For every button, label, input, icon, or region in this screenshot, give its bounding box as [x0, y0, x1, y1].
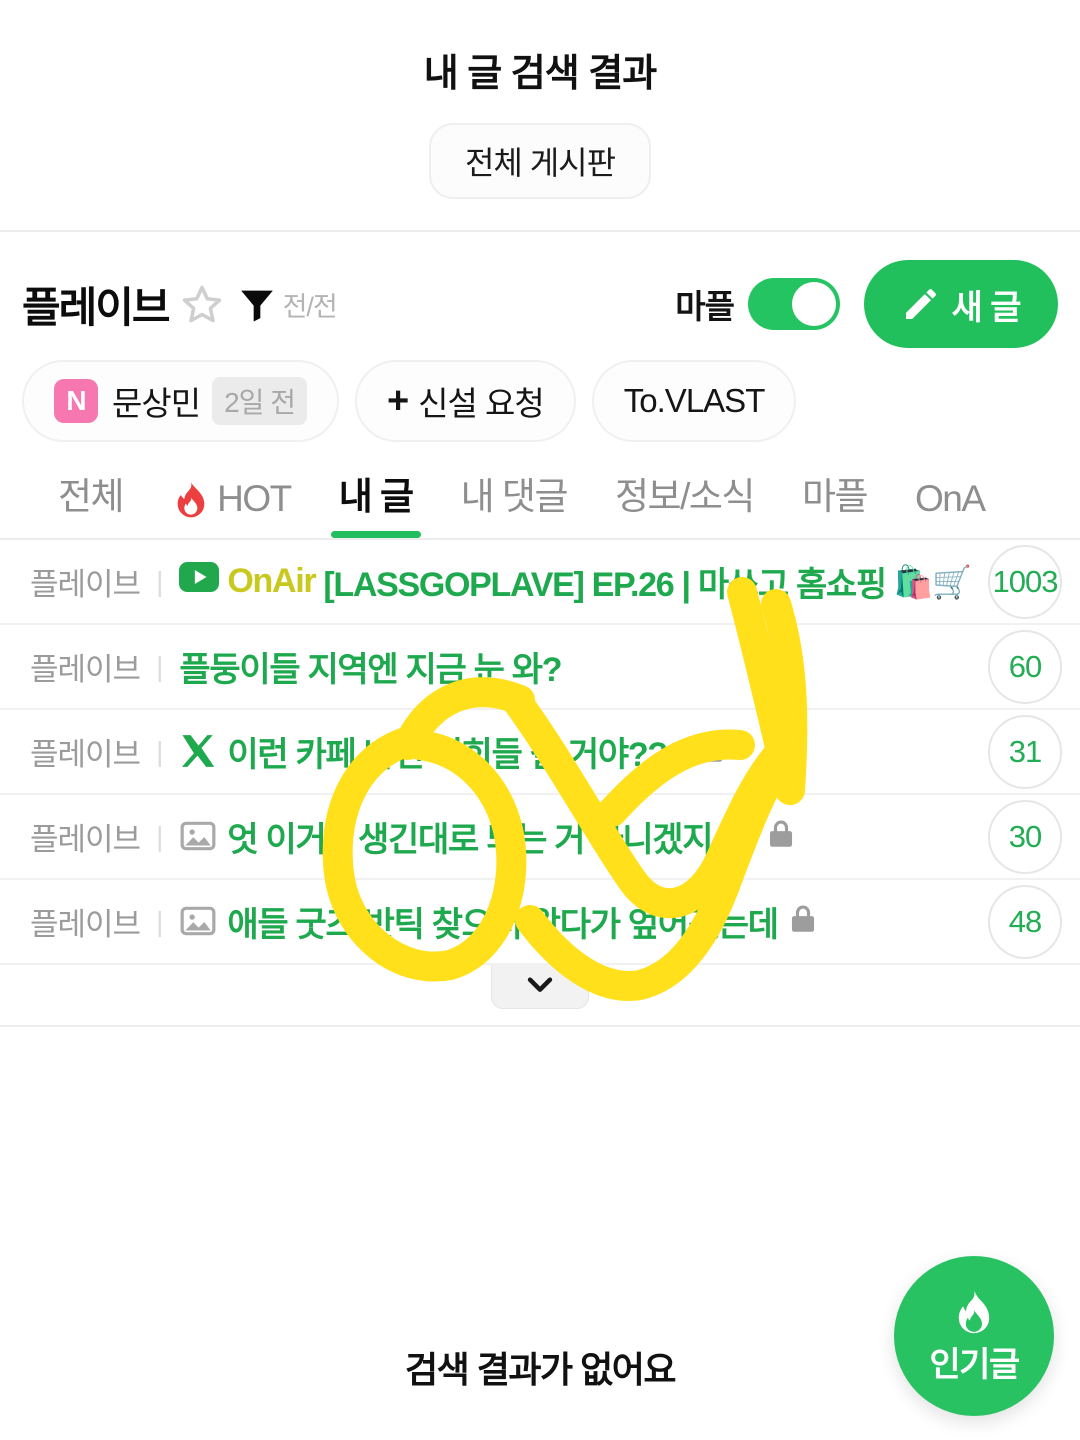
- table-row[interactable]: 플레이브 | 플둥이들 지역엔 지금 눈 와? 60: [0, 625, 1080, 710]
- subfilter-label[interactable]: 전/전: [283, 285, 338, 324]
- board-scope-filter[interactable]: 전체 게시판: [429, 123, 651, 199]
- funnel-icon[interactable]: [237, 284, 277, 324]
- expand-more-button[interactable]: [491, 965, 589, 1009]
- board-name[interactable]: 플레이브: [22, 274, 171, 335]
- post-title-text: 플둥이들 지역엔 지금 눈 와?: [179, 651, 562, 689]
- lock-icon: [694, 732, 734, 772]
- image-icon: [179, 817, 219, 857]
- chip-row: N 문상민 2일 전 + 신설 요청 To.VLAST: [0, 342, 1080, 442]
- post-title-text: 이런 카페 나면 너희들 갈 거야???: [227, 736, 687, 774]
- tab-my-comments-label: 내 댓글: [460, 476, 569, 517]
- post-board-name: 플레이브: [30, 737, 141, 772]
- expand-list-area: [0, 965, 1080, 1027]
- chip-notice[interactable]: N 문상민 2일 전: [22, 360, 339, 442]
- popular-posts-fab[interactable]: 인기글: [894, 1256, 1054, 1416]
- tab-onair[interactable]: OnA: [891, 478, 1009, 538]
- tab-my-posts-label: 내 글: [338, 476, 414, 517]
- post-list: 플레이브 | OnAir [LASSGOPLAVE] EP.26 | 마쓰고 홈…: [0, 540, 1080, 965]
- empty-state-message: 검색 결과가 없어요: [405, 1349, 676, 1390]
- chevron-down-icon: [523, 967, 557, 1006]
- table-row[interactable]: 플레이브 | 이런 카페 나면 너희들 갈 거야??? 31: [0, 710, 1080, 795]
- chip-new-request-label: 신설 요청: [418, 385, 545, 422]
- table-row[interactable]: 플레이브 | 엇 이거... 생긴대로 되는 거 아니겠지...? 30: [0, 795, 1080, 880]
- table-row[interactable]: 플레이브 | OnAir [LASSGOPLAVE] EP.26 | 마쓰고 홈…: [0, 540, 1080, 625]
- tab-hot-label: HOT: [217, 478, 292, 519]
- flame-icon: [171, 479, 211, 519]
- row-separator: |: [156, 735, 164, 767]
- app-root: 내 글 검색 결과 전체 게시판 플레이브 전/전 마플 새 글 N 문상민 2…: [0, 0, 1080, 1440]
- post-title-text: 엇 이거... 생긴대로 되는 거 아니겠지...?: [227, 821, 757, 859]
- post-onair-label: OnAir: [227, 562, 316, 600]
- post-title: 엇 이거... 생긴대로 되는 거 아니겠지...?: [179, 812, 978, 861]
- row-separator: |: [156, 820, 164, 852]
- tab-all[interactable]: 전체: [34, 466, 147, 538]
- lock-icon: [764, 817, 804, 857]
- page-title-keyword: 내 글: [423, 53, 502, 95]
- tab-onair-label: OnA: [915, 478, 986, 519]
- post-title: 플둥이들 지역엔 지금 눈 와?: [179, 642, 978, 691]
- image-icon: [179, 902, 219, 942]
- comment-count-badge: 30: [988, 799, 1062, 874]
- search-result-header: 내 글 검색 결과 전체 게시판: [0, 0, 1080, 232]
- comment-count-badge: 1003: [988, 544, 1062, 619]
- chip-notice-time: 2일 전: [212, 377, 307, 425]
- shopping-emoji: 🛍️🛒: [893, 563, 972, 600]
- chip-new-request[interactable]: + 신설 요청: [354, 360, 576, 442]
- flame-icon: [950, 1287, 998, 1335]
- chip-notice-label: 문상민: [112, 385, 201, 422]
- post-title-text: [LASSGOPLAVE] EP.26 | 마쓰고 홈쇼핑: [323, 566, 887, 604]
- youtube-play-icon: [179, 561, 220, 602]
- tab-maple[interactable]: 마플: [778, 466, 891, 538]
- notice-badge: N: [54, 379, 98, 423]
- post-title-text: 애들 굿즈 반틱 찾으러 왔다가 엎어졌는데: [227, 906, 779, 944]
- tab-info-news[interactable]: 정보/소식: [591, 466, 778, 538]
- tab-my-posts[interactable]: 내 글: [315, 466, 437, 538]
- post-board-name: 플레이브: [30, 907, 141, 942]
- row-separator: |: [156, 905, 164, 937]
- row-separator: |: [156, 565, 164, 597]
- page-title: 내 글 검색 결과: [423, 42, 657, 97]
- lock-icon: [786, 902, 826, 942]
- post-title: OnAir [LASSGOPLAVE] EP.26 | 마쓰고 홈쇼핑 🛍️🛒: [179, 557, 978, 606]
- popular-posts-fab-label: 인기글: [929, 1345, 1020, 1384]
- post-title: 애들 굿즈 반틱 찾으러 왔다가 엎어졌는데: [179, 897, 978, 946]
- new-post-button[interactable]: 새 글: [864, 260, 1058, 348]
- tab-hot[interactable]: HOT: [147, 478, 315, 538]
- post-board-name: 플레이브: [30, 652, 141, 687]
- board-bar: 플레이브 전/전 마플 새 글: [0, 232, 1080, 348]
- post-board-name: 플레이브: [30, 822, 141, 857]
- comment-count-badge: 60: [988, 629, 1062, 704]
- tab-my-comments[interactable]: 내 댓글: [437, 466, 591, 538]
- board-scope-filter-label: 전체 게시판: [464, 145, 616, 181]
- plus-icon: +: [386, 379, 409, 422]
- post-board-name: 플레이브: [30, 567, 141, 602]
- table-row[interactable]: 플레이브 | 애들 굿즈 반틱 찾으러 왔다가 엎어졌는데 48: [0, 880, 1080, 965]
- star-outline-icon[interactable]: [181, 283, 223, 325]
- tab-info-news-label: 정보/소식: [614, 476, 755, 517]
- empty-spacer: [0, 1027, 1080, 1217]
- pencil-icon: [901, 284, 941, 324]
- post-title: 이런 카페 나면 너희들 갈 거야???: [179, 727, 978, 776]
- x-twitter-icon: [179, 732, 219, 772]
- maple-toggle[interactable]: [748, 278, 840, 330]
- tab-maple-label: 마플: [801, 476, 869, 517]
- chip-to-vlast-label: To.VLAST: [623, 382, 766, 419]
- tab-all-label: 전체: [58, 476, 125, 517]
- page-title-rest: 검색 결과: [501, 53, 657, 95]
- maple-toggle-label: 마플: [675, 288, 735, 325]
- chip-to-vlast[interactable]: To.VLAST: [591, 360, 797, 442]
- board-bar-actions: 마플 새 글: [675, 260, 1058, 348]
- comment-count-badge: 48: [988, 884, 1062, 959]
- comment-count-badge: 31: [988, 714, 1062, 789]
- new-post-button-label: 새 글: [951, 288, 1021, 327]
- row-separator: |: [156, 650, 164, 682]
- tab-bar: 전체 HOT 내 글 내 댓글 정보/소식 마플 OnA: [0, 442, 1080, 540]
- maple-toggle-knob: [792, 282, 836, 326]
